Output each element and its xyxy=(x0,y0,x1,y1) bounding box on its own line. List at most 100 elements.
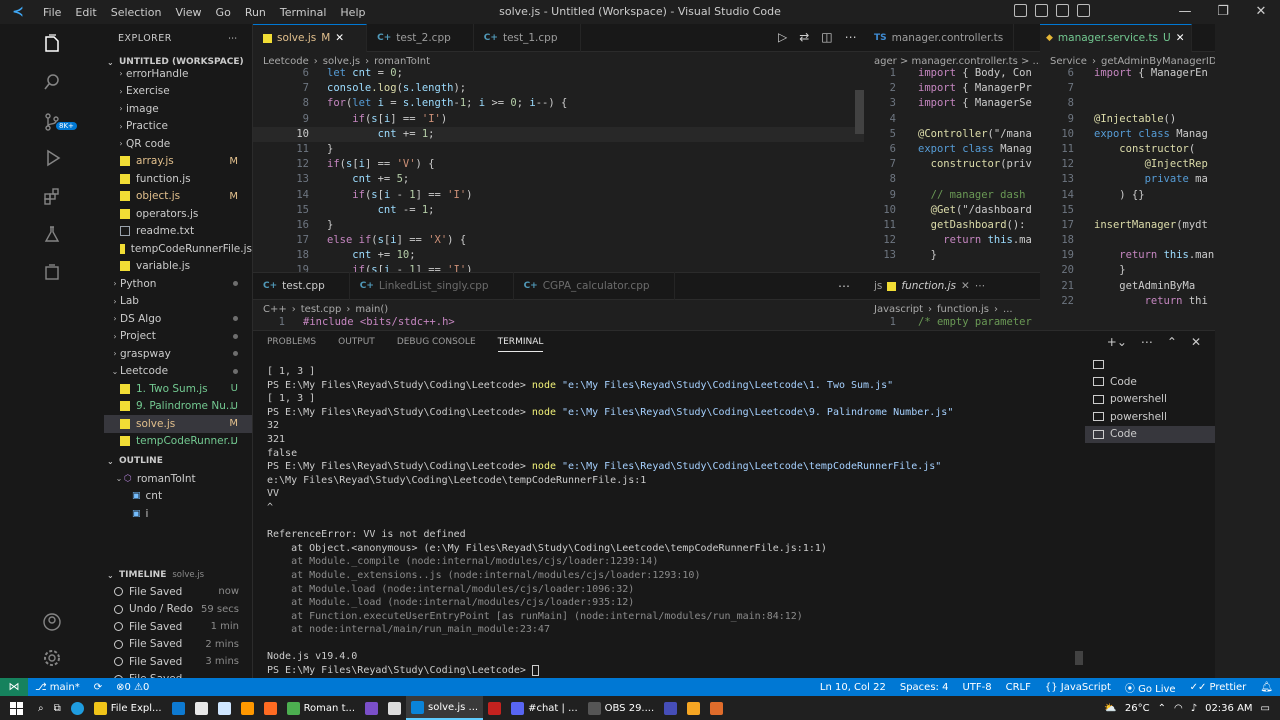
archive-app-icon[interactable] xyxy=(682,696,705,720)
remote-explorer-activity-icon[interactable] xyxy=(0,254,104,290)
file-tree-item[interactable]: operators.js xyxy=(104,205,252,223)
timeline-item[interactable]: File Saved 3 mins xyxy=(104,653,252,671)
timeline-section[interactable]: ⌄ TIMELINE solve.js xyxy=(104,565,252,585)
breadcrumb-item[interactable]: Service xyxy=(1050,56,1087,67)
tab-manager-service[interactable]: ◆ manager.service.ts U ✕ xyxy=(1040,23,1192,52)
file-tree-item[interactable]: › Practice xyxy=(104,118,252,136)
editor-tab[interactable]: solve.js M ✕ xyxy=(253,23,368,52)
mail-app-icon[interactable] xyxy=(167,696,190,720)
breadcrumb-item[interactable]: C++ xyxy=(263,304,287,315)
clock[interactable]: 02:36 AM xyxy=(1205,703,1252,714)
timeline-item[interactable]: File Saved 2 mins xyxy=(104,636,252,654)
toggle-sidebar-icon[interactable] xyxy=(1014,4,1027,17)
breadcrumb-item[interactable]: Leetcode xyxy=(263,56,309,67)
menu-run[interactable]: Run xyxy=(238,6,273,19)
menu-edit[interactable]: Edit xyxy=(68,6,103,19)
notes-app-icon[interactable] xyxy=(213,696,236,720)
timeline-item[interactable]: File Saved 1 min xyxy=(104,618,252,636)
acrobat-app-icon[interactable] xyxy=(483,696,506,720)
language-mode[interactable]: {} JavaScript xyxy=(1038,682,1118,693)
end-of-line[interactable]: CRLF xyxy=(999,682,1038,693)
firefox-app-icon[interactable] xyxy=(259,696,282,720)
more-actions-icon[interactable]: ⋯ xyxy=(845,30,857,44)
maximize-button[interactable]: ❐ xyxy=(1204,0,1242,24)
tray-chevron-icon[interactable]: ⌃ xyxy=(1158,703,1166,714)
file-tree-item[interactable]: readme.txt xyxy=(104,223,252,241)
breadcrumb-item[interactable]: romanToInt xyxy=(374,56,430,67)
run-code-icon[interactable]: ▷ xyxy=(778,30,787,44)
file-tree-item[interactable]: › QR code xyxy=(104,135,252,153)
taskbar-app[interactable]: solve.js ... xyxy=(406,696,484,720)
encoding[interactable]: UTF-8 xyxy=(955,682,998,693)
cursor-position[interactable]: Ln 10, Col 22 xyxy=(813,682,893,693)
editor-tab[interactable]: C+ test_1.cpp xyxy=(474,23,581,52)
toggle-panel-icon[interactable] xyxy=(1035,4,1048,17)
terminal-instance[interactable]: powershell xyxy=(1085,391,1215,409)
breadcrumb-item[interactable]: test.cpp xyxy=(301,304,342,315)
calculator-app-icon[interactable] xyxy=(190,696,213,720)
timeline-item[interactable]: Undo / Redo 59 secs xyxy=(104,601,252,619)
weather-icon[interactable]: ⛅ xyxy=(1104,703,1116,714)
file-tree-item[interactable]: › DS Algo xyxy=(104,310,252,328)
panel-tab-problems[interactable]: PROBLEMS xyxy=(267,337,316,352)
more-actions-icon[interactable]: ⋯ xyxy=(1141,335,1153,349)
menu-file[interactable]: File xyxy=(36,6,68,19)
teams-app-icon[interactable] xyxy=(659,696,682,720)
notifications-bell-icon[interactable]: 🔔︎ xyxy=(1253,682,1280,693)
taskbar-app[interactable]: Roman t... xyxy=(282,696,360,720)
branch-indicator[interactable]: ⎇ main* xyxy=(28,682,87,693)
sync-icon[interactable]: ⟳ xyxy=(87,682,109,693)
file-tree-item[interactable]: 9. Palindrome Nu... U xyxy=(104,398,252,416)
remote-indicator-icon[interactable]: ⋈ xyxy=(0,678,28,696)
breadcrumb-item[interactable]: solve.js xyxy=(323,56,360,67)
customize-layout-icon[interactable] xyxy=(1077,4,1090,17)
terminal-instance[interactable]: powershell xyxy=(1085,408,1215,426)
close-icon[interactable]: ✕ xyxy=(335,32,344,44)
tab-manager-controller[interactable]: TS manager.controller.ts xyxy=(864,23,1015,52)
prettier-button[interactable]: ✓✓ Prettier xyxy=(1183,682,1254,693)
outline-item[interactable]: ▣ cnt xyxy=(104,488,252,506)
terminal-instance[interactable]: Code xyxy=(1085,373,1215,391)
code-editor-function[interactable]: 1 /* empty parameter xyxy=(864,315,1040,330)
minimize-button[interactable]: — xyxy=(1166,0,1204,24)
terminal-scrollbar[interactable] xyxy=(1075,651,1083,665)
file-tree-item[interactable]: 1. Two Sum.js U xyxy=(104,380,252,398)
editor-tab[interactable]: C+ LinkedList_singly.cpp xyxy=(350,272,514,300)
file-tree-item[interactable]: object.js M xyxy=(104,188,252,206)
more-actions-icon[interactable]: ⋯ xyxy=(838,279,850,293)
editor-scrollbar[interactable] xyxy=(855,90,864,134)
close-icon[interactable]: ✕ xyxy=(961,280,970,292)
code-editor-main[interactable]: 6 let cnt = 0; 7 console.log(s.length); 8 for… xyxy=(253,66,864,272)
terminal-instance[interactable]: Code xyxy=(1085,425,1215,443)
terminal-output[interactable]: [ 1, 3 ] PS E:\My Files\Reyad\Study\Codin… xyxy=(267,365,1077,677)
file-tree-item[interactable]: function.js xyxy=(104,170,252,188)
editor-tab[interactable]: C+ test_2.cpp xyxy=(367,23,474,52)
explorer-activity-icon[interactable] xyxy=(0,26,104,62)
maximize-panel-icon[interactable]: ⌃ xyxy=(1167,335,1177,349)
compare-changes-icon[interactable]: ⇄ xyxy=(799,30,809,44)
extensions-activity-icon[interactable] xyxy=(0,178,104,214)
editor-tab[interactable]: C+ CGPA_calculator.cpp xyxy=(514,272,675,300)
outline-item[interactable]: ▣ i xyxy=(104,505,252,523)
toggle-secondary-sidebar-icon[interactable] xyxy=(1056,4,1069,17)
editor-tab[interactable]: C+ test.cpp xyxy=(253,272,350,300)
file-tree-item[interactable]: › Project xyxy=(104,328,252,346)
panel-tab-output[interactable]: OUTPUT xyxy=(338,337,375,352)
new-terminal-icon[interactable]: +⌄ xyxy=(1107,335,1127,349)
panel-tab-terminal[interactable]: TERMINAL xyxy=(497,337,544,352)
file-tree-item[interactable]: array.js M xyxy=(104,153,252,171)
outline-item[interactable]: ⌄ ⬡ romanToInt xyxy=(104,470,252,488)
source-control-activity-icon[interactable] xyxy=(0,104,104,140)
file-tree-item[interactable]: › Exercise xyxy=(104,83,252,101)
taskbar-app[interactable]: OBS 29.... xyxy=(583,696,660,720)
file-tree-item[interactable]: › errorHandle xyxy=(104,65,252,83)
file-tree-item[interactable]: tempCodeRunnerFile.js xyxy=(104,240,252,258)
timeline-item[interactable]: File Saved now xyxy=(104,583,252,601)
menu-go[interactable]: Go xyxy=(209,6,238,19)
manage-gear-icon[interactable] xyxy=(0,640,104,676)
code-editor-controller[interactable]: 1 import { Body, Con 2 import { ManagerPr 3 i… xyxy=(864,66,1040,272)
indentation[interactable]: Spaces: 4 xyxy=(893,682,956,693)
sublime-app-icon[interactable] xyxy=(236,696,259,720)
menu-terminal[interactable]: Terminal xyxy=(273,6,334,19)
breadcrumb-item[interactable]: main() xyxy=(355,304,388,315)
